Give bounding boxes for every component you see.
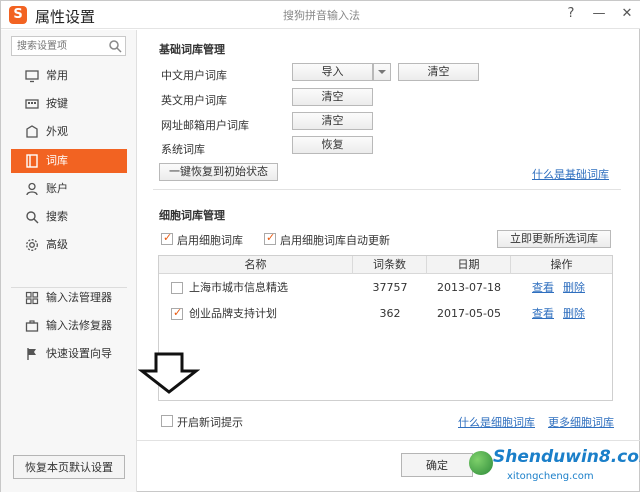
sidebar-item-label: 输入法修复器 [46,319,112,332]
column-header-count[interactable]: 词条数 [353,256,427,274]
auto-update-checkbox[interactable] [264,231,276,245]
monitor-icon [25,70,39,83]
delete-link[interactable]: 删除 [563,275,585,301]
site-watermark: Shenduwin8.com xitongcheng.com [467,445,640,489]
window-title: 属性设置 [35,8,96,26]
close-button[interactable]: ✕ [613,1,640,27]
title-bar: S 属性设置 搜狗拼音输入法 ? — ✕ [1,1,640,29]
update-selected-button[interactable]: 立即更新所选词库 [497,230,611,248]
dict-date: 2013-07-18 [437,281,501,294]
sidebar-tool-ime-repair[interactable]: 输入法修复器 [11,314,127,338]
import-button[interactable]: 导入 [292,63,373,81]
clear-chinese-button[interactable]: 清空 [398,63,479,81]
down-arrow-annotation-icon [138,352,200,394]
sidebar-item-keys[interactable]: 按键 [11,92,127,116]
watermark-domain: xitongcheng.com [507,471,594,482]
new-word-hint-label: 开启新词提示 [177,416,243,429]
dict-name: 创业品牌支持计划 [189,307,277,320]
sidebar-item-search[interactable]: 搜索 [11,205,127,229]
view-link[interactable]: 查看 [532,301,554,327]
settings-search-box [11,36,126,56]
sidebar-item-label: 外观 [46,125,68,138]
dict-name: 上海市城市信息精选 [189,281,288,294]
what-is-basic-dict-link[interactable]: 什么是基础词库 [532,166,609,182]
sidebar-item-account[interactable]: 账户 [11,177,127,201]
clear-url-email-button[interactable]: 清空 [292,112,373,130]
toolbox-icon [25,320,39,332]
table-header: 名称 词条数 日期 操作 [159,256,612,274]
enable-cell-dict-label: 启用细胞词库 [177,234,243,247]
sidebar: 常用 按键 外观 词库 账户 搜索 高级 输入法管理器 [1,30,137,492]
sidebar-item-label: 账户 [46,182,68,195]
sidebar-tool-ime-manager[interactable]: 输入法管理器 [11,286,127,310]
auto-update-label: 启用细胞词库自动更新 [280,234,390,247]
window-controls: ? — ✕ [557,1,640,27]
what-is-cell-dict-link[interactable]: 什么是细胞词库 [458,414,535,430]
restore-system-dict-button[interactable]: 恢复 [292,136,373,154]
cell-dict-table: 名称 词条数 日期 操作 上海市城市信息精选 37757 2013-07-18 … [158,255,613,401]
minimize-button[interactable]: — [585,1,613,27]
settings-window: S 属性设置 搜狗拼音输入法 ? — ✕ 常用 按键 外观 [0,0,640,492]
settings-search-input[interactable] [12,37,104,55]
watermark-brand: Shenduwin8.com [493,447,640,467]
gear-icon [26,239,38,251]
view-link[interactable]: 查看 [532,275,554,301]
globe-logo-icon [469,451,493,475]
help-button[interactable]: ? [557,1,585,27]
more-cell-dict-link[interactable]: 更多细胞词库 [548,414,614,430]
sidebar-item-label: 输入法管理器 [46,291,112,304]
url-email-dict-label: 网址邮箱用户词库 [161,119,249,132]
sidebar-tool-setup-wizard[interactable]: 快速设置向导 [11,342,127,366]
sidebar-item-label: 按键 [46,97,68,110]
flag-icon [27,348,36,360]
sidebar-item-label: 搜索 [46,210,68,223]
user-icon [26,182,38,196]
sidebar-item-label: 常用 [46,69,68,82]
chevron-down-icon [378,70,386,74]
row-checkbox[interactable] [171,282,183,294]
palette-icon [26,125,38,138]
sidebar-item-label: 词库 [46,154,68,167]
sidebar-item-advanced[interactable]: 高级 [11,233,127,257]
english-user-dict-label: 英文用户词库 [161,94,227,107]
one-click-reset-button[interactable]: 一键恢复到初始状态 [159,163,278,181]
table-row: 创业品牌支持计划 362 2017-05-05 查看 删除 [159,301,612,327]
sidebar-item-dictionary[interactable]: 词库 [11,149,127,173]
keyboard-icon [25,99,39,109]
enable-cell-dict-checkbox[interactable] [161,231,173,245]
column-header-ops: 操作 [550,258,573,271]
column-header-date[interactable]: 日期 [427,256,511,274]
row-checkbox[interactable] [171,306,183,320]
book-icon [26,154,38,168]
delete-link[interactable]: 删除 [563,301,585,327]
cell-dictionary-title: 细胞词库管理 [159,209,225,222]
import-dropdown-button[interactable] [373,63,391,81]
basic-dictionary-title: 基础词库管理 [159,43,225,56]
dict-count: 362 [379,307,401,320]
section-divider [153,189,621,190]
dict-count: 37757 [372,281,408,294]
new-word-hint-checkbox[interactable] [161,415,173,427]
search-icon[interactable] [108,39,122,53]
footer-divider [137,440,640,441]
sogou-logo-icon: S [9,6,27,24]
system-dict-label: 系统词库 [161,143,205,156]
restore-page-defaults-button[interactable]: 恢复本页默认设置 [13,455,125,479]
dict-date: 2017-05-05 [437,307,501,320]
clear-english-button[interactable]: 清空 [292,88,373,106]
sidebar-item-label: 高级 [46,238,68,251]
sidebar-item-common[interactable]: 常用 [11,64,127,88]
sidebar-item-appearance[interactable]: 外观 [11,120,127,144]
grid-icon [25,291,39,305]
column-header-name[interactable]: 名称 [159,256,353,274]
chinese-user-dict-label: 中文用户词库 [161,69,227,82]
ok-button[interactable]: 确定 [401,453,473,477]
product-name: 搜狗拼音输入法 [283,9,360,22]
table-row: 上海市城市信息精选 37757 2013-07-18 查看 删除 [159,275,612,301]
search-icon [26,211,39,224]
sidebar-item-label: 快速设置向导 [46,347,112,360]
